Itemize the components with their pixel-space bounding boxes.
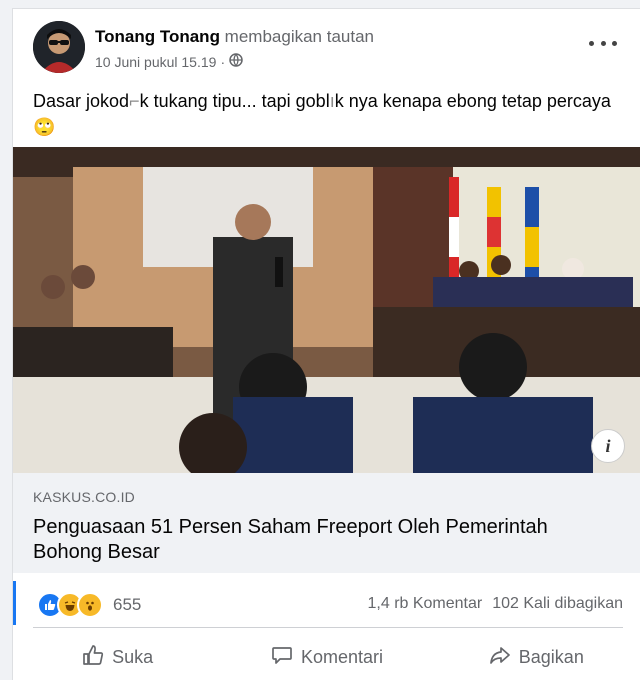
author-name[interactable]: Tonang Tonang bbox=[95, 27, 220, 46]
post-actions: Suka Komentari Bagikan bbox=[13, 637, 640, 677]
more-options-icon[interactable] bbox=[589, 33, 617, 53]
stats-accent-bar bbox=[13, 581, 16, 625]
reaction-icons[interactable] bbox=[37, 592, 103, 618]
comment-count[interactable]: 1,4 rb Komentar bbox=[368, 595, 483, 613]
thumbs-up-icon bbox=[82, 644, 104, 671]
share-arrow-icon bbox=[489, 644, 511, 671]
rolling-eyes-emoji: 🙄 bbox=[33, 117, 56, 137]
post-text-part2: k tukang tipu... tapi gobl bbox=[139, 91, 330, 111]
stats-right: 1,4 rb Komentar 102 Kali dibagikan bbox=[368, 595, 624, 613]
wow-icon bbox=[77, 592, 103, 618]
meta-separator: · bbox=[220, 53, 226, 70]
link-title[interactable]: Penguasaan 51 Persen Saham Freeport Oleh… bbox=[33, 515, 603, 565]
share-label: Bagikan bbox=[518, 646, 584, 667]
link-preview-image[interactable]: i bbox=[13, 147, 640, 473]
post-timestamp[interactable]: 10 Juni pukul 15.19 bbox=[95, 54, 216, 70]
redacted-char: ⌐ bbox=[129, 91, 140, 111]
share-action-text: membagikan tautan bbox=[219, 27, 374, 46]
like-label: Suka bbox=[112, 646, 154, 667]
comment-icon bbox=[271, 644, 293, 671]
actions-divider bbox=[33, 627, 623, 628]
like-button[interactable]: Suka bbox=[13, 637, 222, 677]
share-button[interactable]: Bagikan bbox=[432, 637, 640, 677]
share-count[interactable]: 102 Kali dibagikan bbox=[492, 595, 623, 613]
reaction-count[interactable]: 655 bbox=[113, 595, 141, 615]
globe-icon[interactable] bbox=[229, 53, 243, 70]
post-text-part1: Dasar jokod bbox=[33, 91, 130, 111]
comment-label: Komentari bbox=[300, 646, 384, 667]
link-domain: KASKUS.CO.ID bbox=[33, 489, 135, 505]
post-header: Tonang Tonang membagikan tautan 10 Juni … bbox=[13, 9, 640, 81]
post-stats: 655 1,4 rb Komentar 102 Kali dibagikan bbox=[13, 581, 640, 625]
info-icon[interactable]: i bbox=[591, 429, 625, 463]
post-message: Dasar jokod⌐k tukang tipu... tapi goblık… bbox=[33, 88, 613, 140]
author-avatar[interactable] bbox=[33, 21, 85, 73]
post-meta: 10 Juni pukul 15.19 · bbox=[95, 53, 243, 70]
comment-button[interactable]: Komentari bbox=[222, 637, 431, 677]
post-text-part3: k nya kenapa ebong tetap percaya bbox=[334, 91, 611, 111]
author-line: Tonang Tonang membagikan tautan bbox=[95, 27, 374, 47]
post-card: Tonang Tonang membagikan tautan 10 Juni … bbox=[12, 8, 640, 680]
link-preview-meta[interactable]: KASKUS.CO.ID Penguasaan 51 Persen Saham … bbox=[13, 473, 640, 573]
